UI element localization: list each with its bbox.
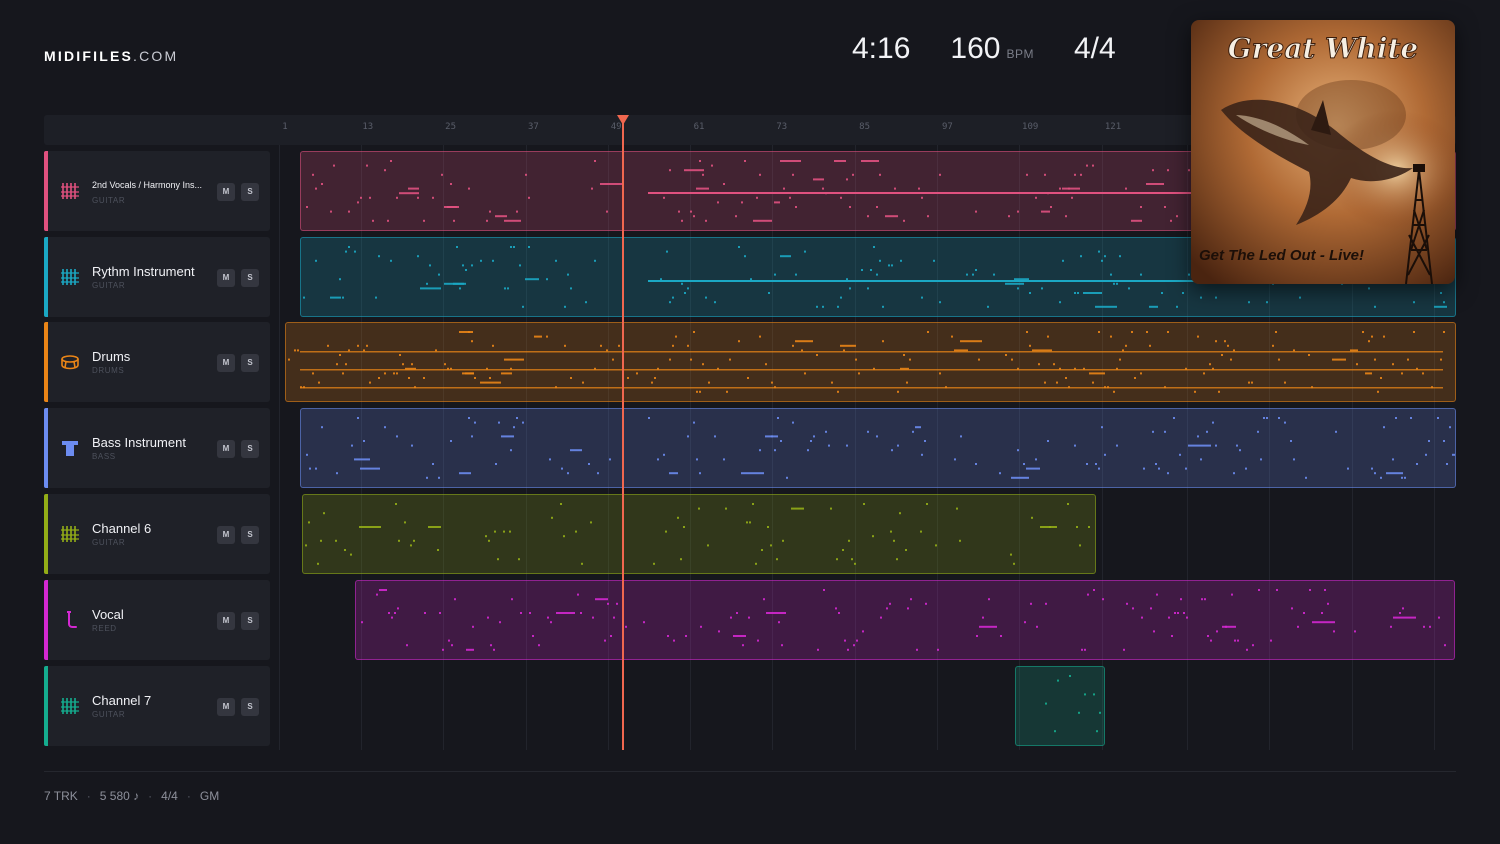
track-color-stripe (44, 408, 48, 488)
ruler-bar-label: 109 (1022, 122, 1039, 132)
brand-domain: .COM (133, 48, 179, 64)
mute-button[interactable]: M (217, 269, 235, 287)
midi-clip[interactable] (300, 408, 1456, 488)
time-signature: 4/4 (1073, 32, 1116, 65)
track-color-stripe (44, 580, 48, 660)
track-color-stripe (44, 494, 48, 574)
track-header[interactable]: Drums DRUMS M S (44, 322, 270, 402)
note-count: 5 580 ♪ (99, 789, 140, 803)
midi-standard: GM (199, 789, 220, 803)
mute-button[interactable]: M (217, 440, 235, 458)
track-name: 2nd Vocals / Harmony Ins... (92, 180, 203, 190)
brand-name: MIDIFILES (44, 48, 134, 64)
track-type: BASS (92, 452, 116, 461)
solo-button[interactable]: S (241, 440, 259, 458)
solo-button[interactable]: S (241, 526, 259, 544)
ruler-bar-label: 73 (776, 122, 788, 132)
song-duration: 4:16 (852, 32, 911, 65)
mute-button[interactable]: M (217, 526, 235, 544)
track-color-stripe (44, 151, 48, 231)
note-pattern (1045, 675, 1101, 733)
separator-dot: · (186, 789, 191, 803)
guitar-icon (60, 267, 80, 287)
track-type: REED (92, 624, 117, 633)
note-pattern (306, 417, 1455, 479)
track-header[interactable]: Rythm Instrument GUITAR M S (44, 237, 270, 317)
note-pattern (288, 331, 1445, 393)
solo-button[interactable]: S (241, 698, 259, 716)
album-title-text: Get The Led Out - Live! (1199, 247, 1364, 264)
track-color-stripe (44, 322, 48, 402)
track-header[interactable]: Bass Instrument BASS M S (44, 408, 270, 488)
track-header[interactable]: Channel 7 GUITAR M S (44, 666, 270, 746)
mute-button[interactable]: M (217, 354, 235, 372)
note-pattern (361, 589, 1446, 651)
ruler-bar-label: 85 (859, 122, 871, 132)
solo-button[interactable]: S (241, 612, 259, 630)
solo-button[interactable]: S (241, 183, 259, 201)
ruler-bar-label: 1 (282, 122, 288, 132)
mute-button[interactable]: M (217, 183, 235, 201)
solo-button[interactable]: S (241, 354, 259, 372)
footer-time-signature: 4/4 (161, 789, 178, 803)
midi-clip[interactable] (285, 322, 1456, 402)
midi-clip[interactable] (1015, 666, 1105, 746)
mute-button[interactable]: M (217, 612, 235, 630)
ruler-bar-label: 37 (527, 122, 539, 132)
midi-clip[interactable] (302, 494, 1096, 574)
track-header[interactable]: Channel 6 GUITAR M S (44, 494, 270, 574)
footer-summary: 7 TRK · 5 580 ♪ · 4/4 · GM (44, 789, 219, 803)
grid-line (279, 145, 280, 750)
guitar-icon (60, 524, 80, 544)
guitar-icon (60, 696, 80, 716)
track-type: DRUMS (92, 366, 125, 375)
separator-dot: · (86, 789, 91, 803)
note-pattern (305, 503, 1090, 565)
solo-button[interactable]: S (241, 269, 259, 287)
track-type: GUITAR (92, 196, 126, 205)
reed-icon (60, 610, 80, 630)
bass-icon (60, 438, 80, 458)
track-color-stripe (44, 666, 48, 746)
ruler-bar-label: 97 (941, 122, 953, 132)
transport-stats: 4:16 160 BPM 4/4 (852, 32, 1116, 66)
artist-logo-text: Great White (1228, 32, 1419, 65)
ruler-bar-label: 61 (693, 122, 705, 132)
track-count: 7 TRK (44, 789, 78, 803)
brand-logo: MIDIFILES.COM (44, 48, 178, 64)
footer-divider (44, 771, 1456, 772)
tempo-value: 160 (950, 32, 1001, 65)
guitar-icon (60, 181, 80, 201)
track-color-stripe (44, 237, 48, 317)
track-type: GUITAR (92, 538, 126, 547)
midi-clip[interactable] (355, 580, 1455, 660)
track-header[interactable]: 2nd Vocals / Harmony Ins... GUITAR M S (44, 151, 270, 231)
drum-icon (60, 352, 80, 372)
separator-dot: · (148, 789, 153, 803)
album-cover: Great White Get The Led Out - Live! (1191, 20, 1455, 284)
mute-button[interactable]: M (217, 698, 235, 716)
track-type: GUITAR (92, 281, 126, 290)
track-header[interactable]: Vocal REED M S (44, 580, 270, 660)
ruler-bar-label: 25 (445, 122, 457, 132)
tempo-unit: BPM (1006, 47, 1034, 61)
ruler-bar-label: 121 (1104, 122, 1122, 132)
ruler-bar-label: 13 (362, 122, 374, 132)
playhead[interactable] (622, 122, 625, 750)
track-type: GUITAR (92, 710, 126, 719)
